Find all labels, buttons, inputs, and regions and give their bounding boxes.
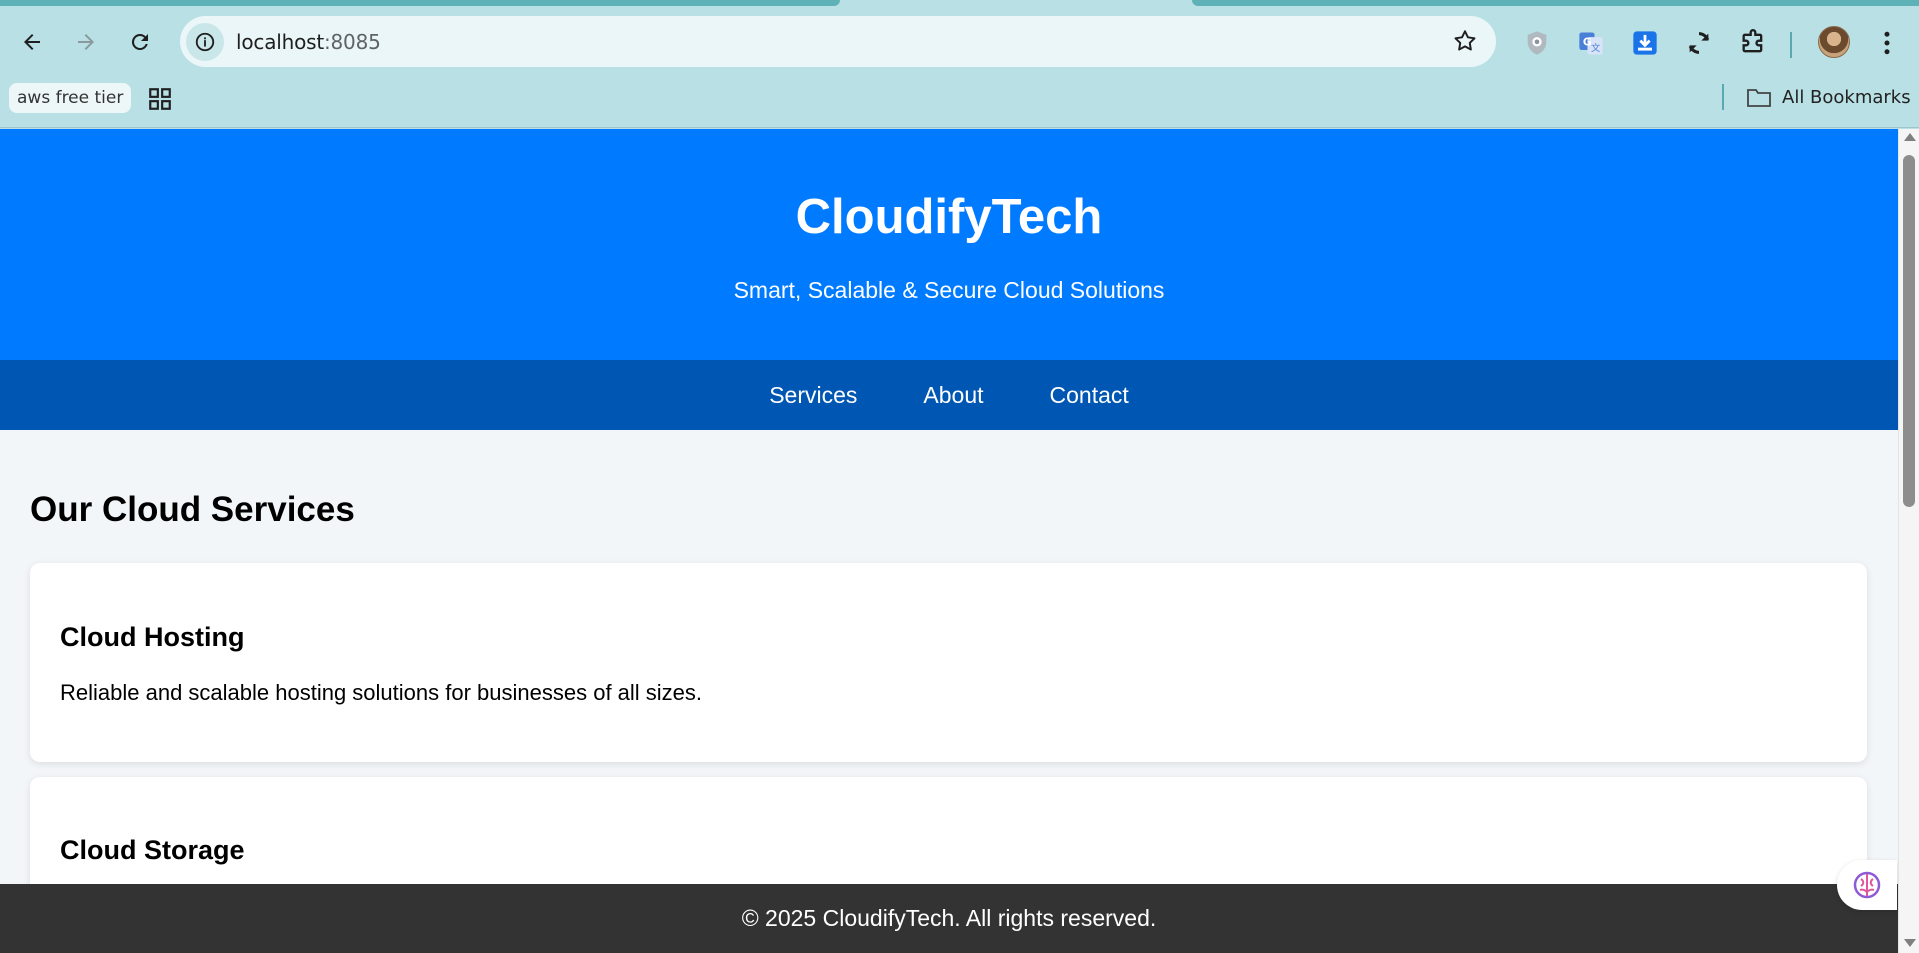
translate-extension-icon: G文	[1579, 32, 1603, 55]
nav-contact-link[interactable]: Contact	[1050, 382, 1129, 409]
url-text[interactable]: localhost:8085	[236, 30, 381, 54]
forward-button[interactable]	[66, 22, 106, 62]
toolbar-divider	[1790, 32, 1792, 58]
service-card: Cloud Hosting Reliable and scalable host…	[30, 563, 1867, 762]
site-nav: Services About Contact	[0, 360, 1898, 430]
page-scrollbar[interactable]	[1898, 129, 1919, 953]
avatar[interactable]	[1818, 26, 1850, 58]
site-tagline: Smart, Scalable & Secure Cloud Solutions	[733, 277, 1165, 303]
section-title: Our Cloud Services	[30, 490, 355, 529]
page-viewport: CloudifyTech Smart, Scalable & Secure Cl…	[0, 129, 1898, 953]
nav-services-link[interactable]: Services	[769, 382, 857, 409]
translate-extension-button[interactable]: G文	[1576, 28, 1606, 58]
url-port: :8085	[323, 29, 381, 54]
site-info-icon	[195, 32, 215, 51]
extensions-icon	[1742, 29, 1763, 53]
extensions-button[interactable]	[1738, 28, 1768, 58]
nav-about-link[interactable]: About	[923, 382, 983, 409]
sync-extension-button[interactable]	[1684, 28, 1714, 58]
bookmarks-bar: aws free tier All Bookmarks	[0, 78, 1919, 128]
forward-icon	[78, 34, 94, 50]
service-name: Cloud Hosting	[60, 622, 245, 652]
assistant-button[interactable]	[1837, 860, 1897, 910]
site-info-button[interactable]	[186, 22, 224, 61]
reload-icon	[131, 33, 148, 50]
scroll-down-icon[interactable]	[1904, 939, 1916, 947]
download-extension-button[interactable]	[1630, 28, 1660, 58]
all-bookmarks-label: All Bookmarks	[1782, 86, 1911, 108]
sync-extension-icon	[1688, 32, 1710, 54]
all-bookmarks-button[interactable]: All Bookmarks	[1746, 82, 1911, 112]
address-bar[interactable]: localhost:8085	[180, 16, 1496, 67]
site-header: CloudifyTech Smart, Scalable & Secure Cl…	[0, 129, 1898, 360]
apps-icon[interactable]	[147, 86, 173, 112]
svg-text:文: 文	[1591, 42, 1600, 54]
back-icon	[24, 34, 40, 50]
site-footer: © 2025 CloudifyTech. All rights reserved…	[0, 884, 1898, 953]
reload-button[interactable]	[120, 22, 160, 62]
service-name: Cloud Storage	[60, 835, 245, 865]
site-title: CloudifyTech	[795, 190, 1103, 244]
scrollbar-thumb[interactable]	[1903, 155, 1915, 507]
service-description: Reliable and scalable hosting solutions …	[60, 680, 703, 705]
privacy-extension-icon	[1527, 31, 1547, 55]
back-button[interactable]	[12, 22, 52, 62]
brain-icon	[1853, 871, 1881, 899]
star-icon[interactable]	[1452, 28, 1478, 54]
bookmarks-divider	[1722, 84, 1724, 110]
privacy-extension-button[interactable]	[1522, 28, 1552, 58]
scroll-up-icon[interactable]	[1904, 133, 1916, 141]
folder-icon	[1747, 89, 1771, 107]
menu-icon[interactable]	[1872, 28, 1902, 58]
browser-toolbar: localhost:8085 G文	[0, 6, 1919, 78]
url-host: localhost	[236, 29, 324, 54]
bookmark-aws-free-tier[interactable]: aws free tier	[9, 83, 132, 113]
download-extension-icon	[1633, 31, 1657, 55]
